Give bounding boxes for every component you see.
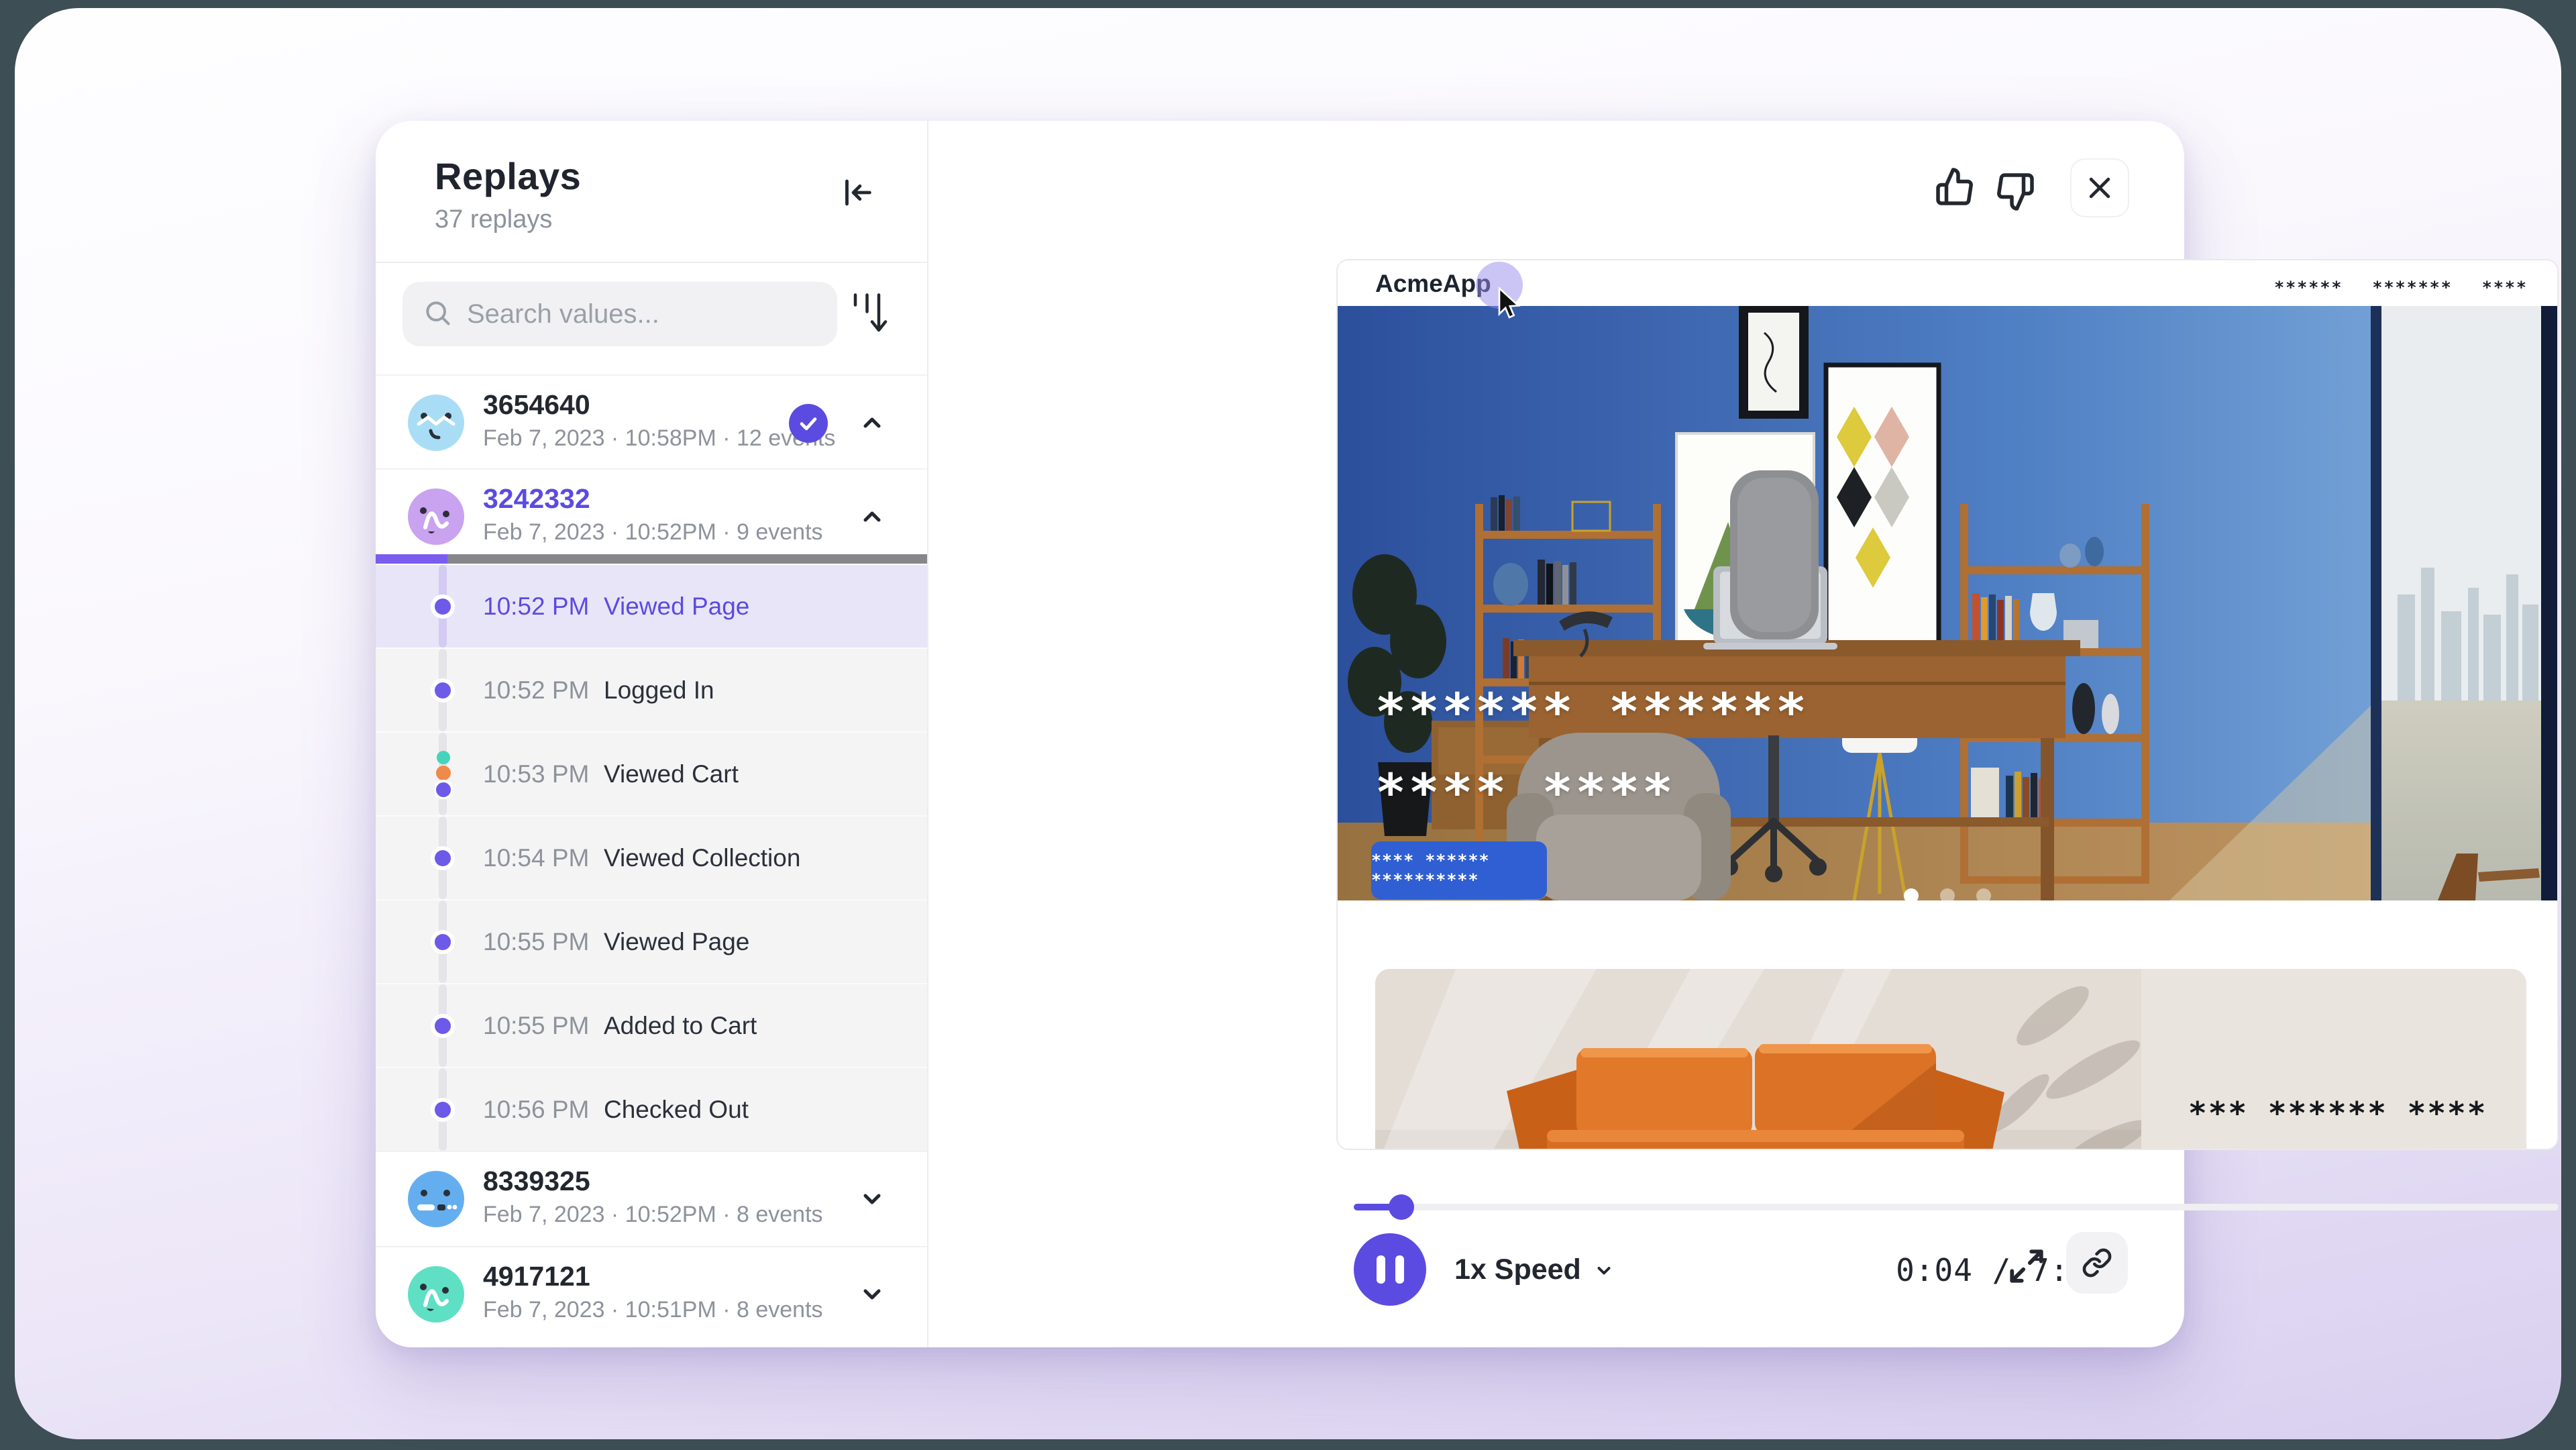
watched-check-badge: [789, 404, 828, 443]
replayed-app-logo: AcmeApp: [1375, 270, 1491, 298]
event-dot: [431, 1014, 455, 1038]
replay-meta: Feb 7, 2023 · 10:58PM · 12 events: [483, 425, 835, 452]
event-row[interactable]: 10:55 PM Viewed Page: [376, 899, 927, 983]
replay-item[interactable]: 4917121 Feb 7, 2023 · 10:51PM · 8 events: [376, 1246, 927, 1341]
playback-progress-bar[interactable]: [1354, 1204, 2559, 1210]
search-bar[interactable]: [402, 282, 837, 346]
event-multi-dots: [435, 749, 452, 799]
masked-headline-line2: **** ****: [1375, 762, 1676, 822]
replay-item-active[interactable]: 3242332 Feb 7, 2023 · 10:52PM · 9 events: [376, 468, 927, 564]
event-dot: [431, 1098, 455, 1122]
fullscreen-icon[interactable]: [2007, 1247, 2046, 1286]
event-label: Logged In: [604, 676, 714, 705]
sort-icon[interactable]: [847, 290, 891, 337]
replay-id: 3654640: [483, 389, 590, 421]
event-row[interactable]: 10:52 PM Logged In: [376, 648, 927, 731]
event-time: 10:52 PM: [483, 592, 589, 621]
replay-viewport: AcmeApp ****** ******* ****: [1336, 259, 2559, 1150]
pause-button[interactable]: [1354, 1233, 1426, 1306]
carousel-dot: [1976, 888, 1991, 903]
replay-progress-bar[interactable]: [376, 554, 927, 564]
replay-id: 4917121: [483, 1261, 590, 1292]
speed-label: 1x Speed: [1454, 1253, 1581, 1286]
event-label: Viewed Cart: [604, 760, 739, 788]
current-time: 0:04: [1896, 1252, 1973, 1288]
page-title: Replays: [435, 154, 581, 198]
replays-sidebar: Replays 37 replays: [376, 121, 928, 1347]
event-time: 10:53 PM: [483, 760, 589, 788]
event-row[interactable]: 10:55 PM Added to Cart: [376, 983, 927, 1067]
event-row[interactable]: 10:53 PM Viewed Cart: [376, 731, 927, 815]
event-label: Added to Cart: [604, 1012, 757, 1040]
cursor-icon: [1496, 287, 1523, 324]
chevron-up-icon[interactable]: [859, 503, 885, 530]
event-time: 10:52 PM: [483, 676, 589, 705]
event-time: 10:54 PM: [483, 844, 589, 872]
copy-link-button[interactable]: [2066, 1232, 2128, 1294]
product-photo: [1375, 969, 2141, 1150]
event-label: Viewed Collection: [604, 844, 800, 872]
replayed-cta-button: **** ****** **********: [1371, 841, 1547, 899]
masked-nav-item: *******: [2372, 278, 2452, 297]
masked-headline-line1: ****** ******: [1375, 682, 1809, 741]
replay-app-window: Replays 37 replays: [376, 121, 2184, 1347]
event-row[interactable]: 10:54 PM Viewed Collection: [376, 815, 927, 899]
avatar: [408, 395, 464, 451]
masked-product-text: *** ****** ****: [2188, 1095, 2487, 1131]
chevron-down-icon[interactable]: [859, 1186, 885, 1212]
search-icon: [423, 298, 452, 331]
event-dot: [431, 846, 455, 870]
avatar: [408, 1266, 464, 1323]
divider: [376, 262, 927, 263]
masked-nav-item: ****: [2482, 278, 2528, 297]
pause-icon: [1377, 1255, 1385, 1284]
collapse-sidebar-icon[interactable]: [837, 173, 876, 212]
event-row[interactable]: 10:56 PM Checked Out: [376, 1067, 927, 1151]
event-time: 10:55 PM: [483, 928, 589, 956]
event-dot: [431, 594, 455, 619]
thumbs-down-icon[interactable]: [1995, 172, 2035, 212]
event-time: 10:56 PM: [483, 1096, 589, 1124]
avatar: [408, 1171, 464, 1227]
carousel-dots: [1904, 888, 1991, 903]
replay-meta: Feb 7, 2023 · 10:52PM · 9 events: [483, 519, 823, 546]
replay-item[interactable]: 3654640 Feb 7, 2023 · 10:58PM · 12 event…: [376, 374, 927, 468]
replay-item[interactable]: 8339325 Feb 7, 2023 · 10:52PM · 8 events: [376, 1151, 927, 1246]
replay-meta: Feb 7, 2023 · 10:52PM · 8 events: [483, 1202, 823, 1228]
replay-meta: Feb 7, 2023 · 10:51PM · 8 events: [483, 1297, 823, 1323]
avatar: [408, 488, 464, 545]
event-time: 10:55 PM: [483, 1012, 589, 1040]
event-label: Viewed Page: [604, 592, 749, 621]
replay-id: 8339325: [483, 1166, 590, 1197]
search-input[interactable]: [467, 299, 817, 329]
carousel-dot: [1940, 888, 1955, 903]
replay-id: 3242332: [483, 483, 590, 515]
event-row-selected[interactable]: 10:52 PM Viewed Page: [376, 564, 927, 648]
product-info-panel: *** ****** ****: [2141, 969, 2526, 1150]
event-dot: [431, 930, 455, 954]
thumbs-up-icon[interactable]: [1935, 166, 1975, 207]
stage: Replays 37 replays: [0, 0, 2576, 1450]
event-label: Viewed Page: [604, 928, 749, 956]
event-label: Checked Out: [604, 1096, 749, 1124]
masked-button-label: **** ****** **********: [1371, 851, 1547, 890]
masked-nav-item: ******: [2274, 278, 2343, 297]
close-button[interactable]: [2070, 158, 2129, 217]
event-dot: [431, 678, 455, 703]
replay-count: 37 replays: [435, 205, 552, 234]
link-icon: [2082, 1247, 2112, 1278]
replayed-product-card: *** ****** ****: [1375, 969, 2526, 1150]
chevron-down-icon[interactable]: [859, 1281, 885, 1308]
progress-played: [1354, 1204, 1402, 1210]
player-pane: AcmeApp ****** ******* ****: [928, 121, 2184, 1347]
speed-control[interactable]: 1x Speed: [1454, 1253, 1616, 1286]
progress-knob[interactable]: [1389, 1194, 1414, 1220]
chevron-down-icon: [1592, 1258, 1616, 1282]
replayed-nav: ****** ******* ****: [2274, 278, 2528, 297]
carousel-dot-active: [1904, 888, 1919, 903]
chevron-up-icon[interactable]: [859, 409, 885, 436]
